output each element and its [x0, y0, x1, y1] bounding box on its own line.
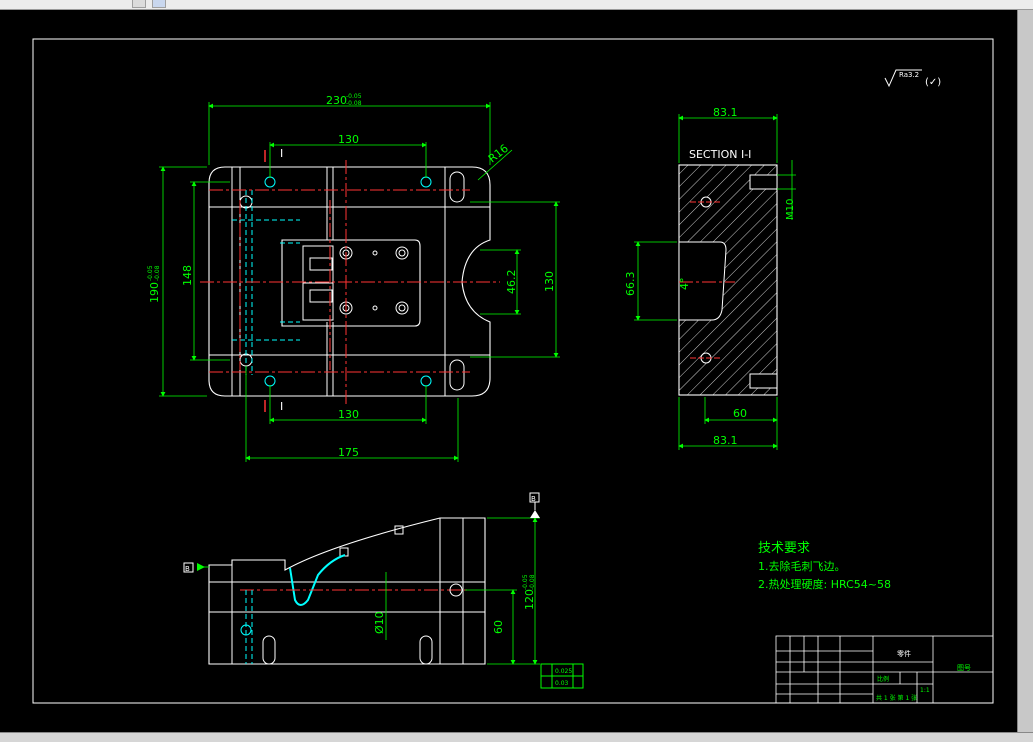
front-view-dimensions — [197, 517, 540, 665]
title-block-sheet: 共 1 张 第 1 张 — [876, 694, 917, 702]
dim-section-angle: 4° — [678, 278, 691, 291]
drawing-svg: 230 -0.05 -0.08 130 130 175 R16 190 -0.0… — [32, 38, 994, 704]
dim-section-inner-width: 60 — [733, 407, 747, 420]
dim-front-inner-height: 60 — [492, 620, 505, 634]
title-block-drawing-no: 图号 — [957, 664, 971, 672]
dim-overall-width-tol-lower: -0.08 — [346, 100, 362, 107]
title-block-part-name: 零件 — [897, 649, 911, 658]
dim-slot-height: 46.2 — [505, 270, 518, 295]
surface-finish-symbol: Ra3.2 (✓) — [884, 69, 941, 88]
surface-finish-suffix: (✓) — [925, 77, 941, 88]
section-view — [678, 164, 778, 396]
dim-front-height: 120 — [523, 589, 536, 610]
dim-overall-width: 230 — [326, 94, 347, 107]
dim-inner-height: 148 — [181, 265, 194, 286]
dim-overall-height-tol-lower: -0.08 — [154, 265, 161, 281]
dim-overall-height: 190 — [148, 282, 161, 303]
datum-top: B — [529, 492, 540, 518]
datum-left: B — [183, 562, 205, 573]
plan-view — [200, 150, 500, 412]
dim-section-bolt: M10 — [785, 199, 796, 220]
cad-canvas[interactable]: 230 -0.05 -0.08 130 130 175 R16 190 -0.0… — [0, 10, 1017, 732]
dim-hole-spacing-top: 130 — [338, 133, 359, 146]
surface-finish-value: Ra3.2 — [899, 71, 919, 79]
front-view — [208, 517, 486, 665]
toolbar-icon-b[interactable] — [152, 0, 166, 8]
feature-control-frame: 0.025 0.03 — [540, 663, 584, 689]
title-bar — [0, 0, 1033, 10]
dim-base-width: 175 — [338, 446, 359, 459]
title-block-scale-label: 比例 — [877, 675, 889, 683]
fcf-row1: 0.025 — [555, 668, 572, 675]
dim-hole-spacing-bottom: 130 — [338, 408, 359, 421]
section-title: SECTION I-I — [689, 148, 751, 161]
tech-req-item-2: 2.热处理硬度: HRC54~58 — [758, 577, 891, 591]
section-mark-top: I — [280, 147, 283, 160]
svg-text:B: B — [185, 565, 190, 573]
svg-text:B: B — [531, 495, 536, 503]
title-block-scale: 1:1 — [920, 687, 930, 694]
tech-req-item-1: 1.去除毛刺飞边。 — [758, 559, 846, 573]
dim-front-height-tol-lower: -0.08 — [529, 574, 536, 590]
toolbar-icon-a[interactable] — [132, 0, 146, 8]
dim-section-bottom-width: 83.1 — [713, 434, 738, 447]
dim-section-top-width: 83.1 — [713, 106, 738, 119]
dim-overall-height-tol-upper: -0.05 — [147, 265, 154, 281]
dim-section-cut-height: 66.3 — [624, 272, 637, 297]
dim-overall-width-tol-upper: -0.05 — [346, 93, 362, 100]
tech-req-title: 技术要求 — [758, 541, 810, 556]
vertical-scrollbar[interactable] — [1017, 10, 1033, 732]
dim-front-height-tol-upper: -0.05 — [522, 574, 529, 590]
tech-requirements: 技术要求 1.去除毛刺飞边。 2.热处理硬度: HRC54~58 — [758, 541, 891, 591]
fcf-row2: 0.03 — [555, 680, 569, 687]
dim-front-hole-dia: Ø10 — [373, 611, 386, 634]
section-mark-bottom: I — [280, 400, 283, 413]
dim-right-height: 130 — [543, 271, 556, 292]
